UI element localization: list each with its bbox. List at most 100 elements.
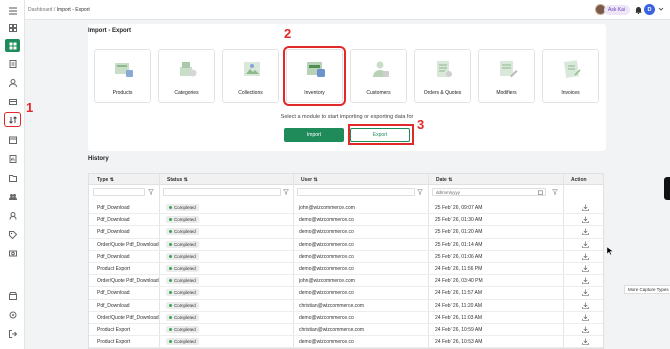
status-badge: Completed	[166, 252, 199, 260]
column-user-label: User	[301, 177, 313, 183]
column-user[interactable]: User ⇅	[301, 177, 318, 183]
sidebar-grid-icon[interactable]	[5, 39, 20, 52]
cell-date: 24 Feb' 26, 11:03 AM	[435, 314, 483, 321]
invoices-illustration-icon	[563, 60, 581, 78]
cell-user: demo@wizcommerce.co	[299, 290, 354, 297]
sidebar-store-icon[interactable]	[5, 289, 20, 302]
customers-illustration-icon	[373, 61, 389, 77]
download-icon[interactable]	[582, 216, 589, 223]
module-orders-quotes[interactable]: Orders & Quotes	[414, 49, 471, 103]
module-categories[interactable]: Categories	[158, 49, 215, 103]
breadcrumb-parent[interactable]: Dashboard	[28, 7, 52, 13]
cell-date: 25 Feb' 26, 01:20 AM	[435, 229, 483, 236]
table-row: Pdf_Download Completed demo@wizcommerce.co…	[89, 287, 603, 300]
date-filter-input[interactable]: dd/mm/yyyy	[432, 188, 546, 196]
calendar-icon[interactable]	[538, 190, 543, 195]
status-dot	[169, 266, 172, 270]
filter-icon[interactable]	[283, 189, 289, 195]
cell-date: 24 Feb' 26, 11:20 AM	[435, 302, 483, 309]
sidebar-orders-icon[interactable]	[5, 95, 20, 108]
sidebar-folder-icon[interactable]	[5, 171, 20, 184]
side-panel-tab[interactable]	[664, 177, 670, 200]
account-avatar[interactable]: D	[644, 4, 655, 15]
filter-icon[interactable]	[552, 189, 558, 195]
download-icon[interactable]	[582, 326, 589, 333]
column-date-label: Date	[436, 177, 447, 183]
status-badge: Completed	[166, 216, 199, 224]
sidebar-tag-icon[interactable]	[5, 228, 20, 241]
status-dot	[169, 279, 172, 283]
type-filter-input[interactable]	[93, 188, 145, 196]
download-icon[interactable]	[582, 302, 589, 309]
user-filter-input[interactable]	[297, 188, 415, 196]
cell-type: Pdf_Download	[97, 229, 130, 236]
orders-illustration-icon	[437, 61, 452, 77]
column-status-label: Status	[167, 177, 183, 183]
status-text: Completed	[174, 314, 196, 320]
download-icon[interactable]	[582, 265, 589, 272]
download-icon[interactable]	[582, 277, 589, 284]
status-badge: Completed	[166, 338, 199, 346]
cell-user: demo@wizcommerce.co	[299, 229, 354, 236]
sidebar-reports-icon[interactable]	[5, 152, 20, 165]
sidebar-contacts-icon[interactable]	[5, 209, 20, 222]
sidebar-import-export-icon[interactable]	[4, 112, 21, 127]
module-customers[interactable]: Customers	[350, 49, 407, 103]
filter-icon[interactable]	[417, 189, 423, 195]
module-modifiers[interactable]: Modifiers	[478, 49, 535, 103]
cell-date: 24 Feb' 26, 11:56 PM	[435, 265, 483, 272]
sidebar-settings-icon[interactable]	[5, 308, 20, 321]
status-dot	[169, 230, 172, 234]
module-invoices[interactable]: Invoices	[542, 49, 599, 103]
status-dot	[169, 340, 172, 344]
bell-icon[interactable]	[635, 6, 642, 14]
status-text: Completed	[174, 229, 196, 235]
column-status[interactable]: Status ⇅	[167, 177, 188, 183]
categories-illustration-icon	[180, 62, 197, 77]
table-body: Pdf_Download Completed john@wizcommerce.co…	[89, 202, 603, 348]
status-filter-input[interactable]	[163, 188, 281, 196]
table-row: Order/Quote Pdf_Download Completed demo@wi…	[89, 312, 603, 324]
cell-user: john@wizcommerce.com	[299, 278, 355, 285]
download-icon[interactable]	[582, 204, 589, 211]
breadcrumb-current: Import - Export	[56, 7, 90, 13]
download-icon[interactable]	[582, 241, 589, 248]
download-icon[interactable]	[582, 289, 589, 297]
download-icon[interactable]	[582, 314, 589, 321]
annotation-3: 3	[417, 117, 425, 132]
export-button[interactable]: Export	[350, 128, 410, 142]
chevron-down-icon[interactable]	[658, 6, 664, 12]
cell-type: Order/Quote Pdf_Download	[97, 241, 159, 248]
column-date[interactable]: Date ⇅	[436, 177, 452, 183]
table-row: Pdf_Download Completed christian@wizcommer…	[89, 300, 603, 312]
date-filter-placeholder: dd/mm/yyyy	[436, 190, 461, 195]
status-text: Completed	[174, 253, 196, 259]
import-button[interactable]: Import	[284, 128, 344, 142]
sidebar-camera-icon[interactable]	[5, 246, 20, 259]
table-row: Pdf_Download Completed demo@wizcommerce.co…	[89, 251, 603, 263]
status-badge: Completed	[166, 228, 199, 236]
sidebar-dashboard-icon[interactable]	[5, 21, 20, 34]
module-label: Categories	[174, 90, 199, 96]
cell-type: Pdf_Download	[97, 217, 130, 224]
download-icon[interactable]	[582, 253, 589, 260]
sidebar-team-icon[interactable]	[5, 190, 20, 203]
module-label: Collections	[238, 90, 263, 96]
user-menu[interactable]: Ask Kai	[595, 4, 630, 15]
table-row: Product Export Completed demo@wizcommerce.…	[89, 336, 603, 348]
sidebar-logout-icon[interactable]	[5, 327, 20, 340]
module-collections[interactable]: Collections	[222, 49, 279, 103]
download-icon[interactable]	[582, 338, 589, 345]
column-type[interactable]: Type ⇅	[97, 177, 114, 183]
card-title: Import - Export	[88, 28, 131, 34]
filter-icon[interactable]	[148, 189, 154, 195]
table-row: Product Export Completed christian@wizcomm…	[89, 324, 603, 337]
sidebar-calendar-icon[interactable]	[5, 133, 20, 146]
download-icon[interactable]	[582, 228, 589, 236]
menu-icon[interactable]	[5, 4, 20, 17]
sidebar-user-icon[interactable]	[5, 76, 20, 89]
module-inventory[interactable]: Inventory	[283, 46, 346, 106]
status-badge: Completed	[166, 240, 199, 248]
module-products[interactable]: Products	[94, 49, 151, 103]
sidebar-catalog-icon[interactable]	[5, 57, 20, 70]
